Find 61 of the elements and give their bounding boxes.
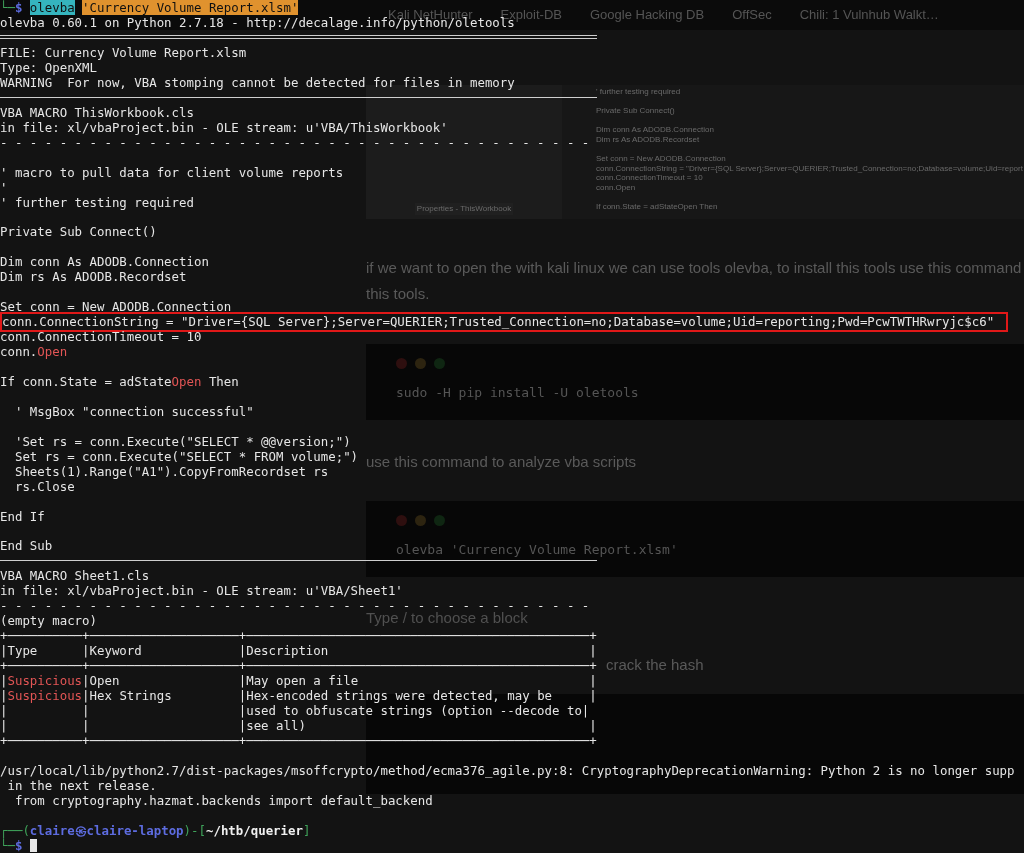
terminal-line: in file: xl/vbaProject.bin - OLE stream: u'VBA/Sheet1'	[0, 583, 403, 599]
terminal-line: Set rs = conn.Execute("SELECT * FROM volume;")	[13, 448, 359, 464]
terminal-line: VBA MACRO ThisWorkbook.cls	[0, 104, 194, 120]
terminal-line: +──────────+────────────────────+──────────────────────────────────────────────+	[0, 658, 597, 674]
terminal-line: in file: xl/vbaProject.bin - OLE stream: u'VBA/ThisWorkbook'	[0, 119, 448, 135]
terminal-line: VBA MACRO Sheet1.cls	[0, 568, 150, 584]
window-dots-icon	[396, 515, 445, 526]
terminal-line: Dim rs As ADODB.Recordset	[0, 269, 187, 285]
terminal-line: FILE: Currency Volume Report.xlsm	[0, 44, 247, 60]
screenshot-code-line: If conn.State = adStateOpen Then	[596, 202, 718, 212]
screenshot-code-line: Private Sub Connect()	[596, 106, 675, 116]
terminal-line: (empty macro)	[0, 613, 97, 629]
window-dots-icon	[396, 358, 445, 369]
screenshot-code-line: Dim rs As ADODB.Recordset	[596, 134, 700, 145]
block-placeholder[interactable]: Type / to choose a block	[366, 609, 528, 626]
terminal-line: |Suspicious|Hex Strings |Hex-encoded strings were detected, may be |	[0, 688, 597, 704]
terminal-line: ' MsgBox "connection successful"	[13, 403, 254, 419]
screenshot-code-line: Set conn = New ADODB.Connection	[596, 154, 726, 164]
terminal-line: Type: OpenXML	[0, 59, 97, 75]
terminal-line: Dim conn As ADODB.Connection	[0, 254, 209, 270]
terminal-line: End If	[0, 508, 45, 524]
screenshot-code-line: conn.Open	[596, 182, 636, 193]
article-paragraph: this tools.	[366, 284, 430, 304]
terminal-line: Sheets(1).Range("A1").CopyFromRecordset rs	[13, 463, 329, 479]
terminal-line: ' further testing required	[0, 194, 194, 210]
terminal-line: '	[0, 179, 8, 195]
terminal-line: 'Set rs = conn.Execute("SELECT * @@version;")	[13, 433, 351, 449]
terminal-line: |Type |Keyword |Description |	[0, 643, 597, 659]
screenshot-code-line: ' further testing required	[596, 87, 681, 97]
terminal-line: ┌──(claire㉿claire-laptop)-[~/htb/querier]	[0, 823, 311, 839]
terminal-line: conn.ConnectionTimeout = 10	[0, 329, 202, 345]
bookmark-link[interactable]: OffSec	[732, 5, 772, 25]
terminal-line: ' macro to pull data for client volume reports	[0, 164, 344, 180]
terminal-line: | | |used to obfuscate strings (option --decode to|	[0, 703, 590, 719]
terminal-line: +──────────+────────────────────+──────────────────────────────────────────────+	[0, 733, 597, 749]
terminal-line: |Suspicious|Open |May open a file |	[0, 673, 597, 689]
terminal-line: - - - - - - - - - - - - - - - - - - - - - - - - - - - - - - - - - - - - - - - -	[0, 134, 590, 150]
prompt-line: └─$	[0, 838, 23, 853]
terminal-line: from cryptography.hazmat.backends import default_backend	[13, 793, 433, 809]
screenshot-code-line: conn.ConnectionTimeout = 10	[596, 173, 703, 183]
terminal-line: /usr/local/lib/python2.7/dist-packages/msoffcrypto/method/ecma376_agile.py:8: CryptographyDeprecationWarning: Python 2 is no longer supp	[0, 763, 1015, 779]
terminal-line: End Sub	[0, 538, 53, 554]
code-text: sudo -H pip install -U oletools	[396, 384, 639, 402]
terminal-line: | | |see all) |	[0, 718, 597, 734]
screenshot-code-line: Dim conn As ADODB.Connection	[596, 125, 714, 135]
article-paragraph: if we want to open the with kali linux we can use tools olevba, to install this tools use this command	[366, 258, 1022, 278]
terminal-line: Private Sub Connect()	[0, 224, 157, 240]
terminal-line: conn.Open	[0, 344, 68, 360]
terminal-line: If conn.State = adStateOpen Then	[0, 374, 239, 389]
terminal-line: └─$ olevba 'Currency Volume Report.xlsm'	[0, 0, 299, 15]
bookmark-link[interactable]: Chili: 1 Vulnhub Walkt…	[799, 5, 939, 25]
terminal-line: +──────────+────────────────────+──────────────────────────────────────────────+	[0, 628, 597, 644]
article-paragraph: use this command to analyze vba scripts	[366, 452, 637, 472]
terminal-line: in the next release.	[6, 778, 157, 794]
pane-label: Properties - ThisWorkbook	[414, 203, 514, 215]
terminal-line: WARNING For now, VBA stomping cannot be detected for files in memory	[0, 74, 515, 90]
code-text: olevba 'Currency Volume Report.xlsm'	[396, 541, 678, 559]
bookmark-link[interactable]: Google Hacking DB	[589, 5, 705, 25]
screenshot-code-line: conn.ConnectionString = "Driver={SQL Server};Server=QUERIER;Trusted_Connection=no;Database=volume;Uid=report	[596, 163, 1023, 174]
article-paragraph: crack the hash	[606, 655, 704, 675]
terminal-line: rs.Close	[13, 478, 75, 494]
